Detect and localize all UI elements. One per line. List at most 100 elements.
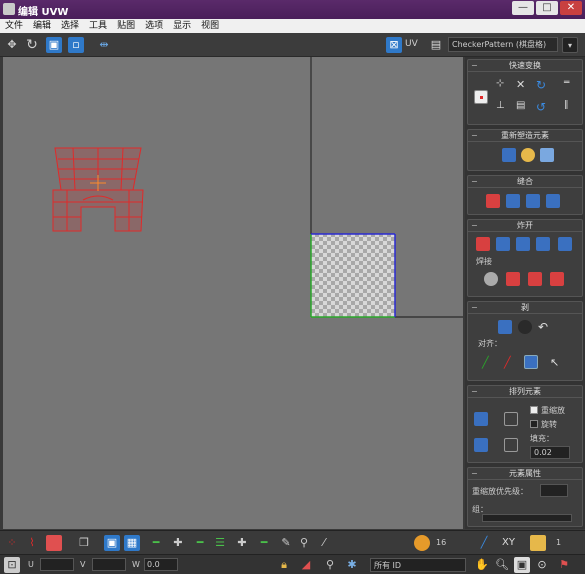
relax-icon[interactable] (521, 148, 535, 162)
w-field[interactable]: 0.0 (144, 558, 178, 571)
menu-edit[interactable]: 编辑 (28, 19, 56, 33)
arrange-header[interactable]: 排列元素 (468, 386, 582, 398)
pack-uv-icon[interactable] (504, 438, 518, 452)
show-map-icon[interactable]: ⊠ (386, 37, 402, 53)
uv-viewport[interactable] (3, 57, 463, 529)
detach-icon[interactable] (496, 237, 510, 251)
paint-select-icon[interactable]: ✎ (278, 535, 294, 551)
rescale-checkbox[interactable] (530, 406, 538, 414)
quick-peel-icon[interactable] (498, 320, 512, 334)
menu-select[interactable]: 选择 (56, 19, 84, 33)
space-h-icon[interactable]: ═ (564, 78, 578, 92)
close-button[interactable]: ✕ (560, 1, 582, 15)
align-pivot-icon[interactable] (474, 90, 488, 104)
uv-canvas[interactable] (3, 57, 463, 529)
pack-together-icon[interactable] (474, 438, 488, 452)
point-to-point-icon[interactable]: ✚ (234, 535, 250, 551)
element-props-header[interactable]: 元素属性 (468, 468, 582, 480)
explode-options-icon[interactable] (558, 237, 572, 251)
snap-icon[interactable]: ✱ (344, 557, 360, 573)
reshape-header[interactable]: 重新塑造元素 (468, 130, 582, 142)
quick-transform-header[interactable]: 快速变换 (468, 60, 582, 72)
filter-icon[interactable]: ⚑ (556, 557, 572, 573)
priority-field[interactable] (540, 484, 568, 497)
align-vertical-icon[interactable]: ⊥ (496, 100, 510, 114)
u-field[interactable] (40, 558, 74, 571)
ring-icon[interactable]: ✚ (170, 535, 186, 551)
pin-green-icon[interactable]: ╱ (482, 356, 496, 370)
pin-move-icon[interactable]: ↖ (550, 356, 564, 370)
lock-selection-icon[interactable]: ⊡ (4, 557, 20, 573)
mirror-icon[interactable]: ⇹ (96, 37, 112, 53)
dropdown-icon[interactable]: ▾ (562, 37, 578, 53)
soft-selection-icon[interactable] (414, 535, 430, 551)
explode-seams-icon[interactable] (536, 237, 550, 251)
pack-custom-icon[interactable] (504, 412, 518, 426)
v-field[interactable] (92, 558, 126, 571)
pin-tool-icon[interactable]: ⚲ (296, 535, 312, 551)
hide-icon[interactable]: ◢ (298, 557, 314, 573)
loop-icon[interactable]: ━ (148, 535, 164, 551)
straighten-selection-icon[interactable] (502, 148, 516, 162)
rotate-icon[interactable]: ↻ (24, 37, 40, 53)
freeform-axis-icon[interactable]: ╱ (476, 535, 492, 551)
weld-target-icon[interactable] (484, 272, 498, 286)
grid-options-icon[interactable]: ▤ (428, 37, 444, 53)
group-field[interactable] (482, 514, 572, 522)
vertex-mode-icon[interactable]: ⁘ (4, 535, 20, 551)
stitch-header[interactable]: 缝合 (468, 176, 582, 188)
stitch-to-target-icon[interactable] (486, 194, 500, 208)
menu-mapping[interactable]: 贴图 (112, 19, 140, 33)
grow-icon[interactable]: ▣ (104, 535, 120, 551)
edge-ring-icon[interactable]: ☰ (212, 535, 228, 551)
collapse-icon[interactable]: − (471, 61, 478, 70)
stitch-average-icon[interactable] (506, 194, 520, 208)
coord-type-icon[interactable] (530, 535, 546, 551)
pin-red-icon[interactable]: ╱ (504, 356, 518, 370)
rotate-checkbox[interactable] (530, 420, 538, 428)
element-mode-icon[interactable]: ❒ (76, 535, 92, 551)
align-cross-icon[interactable]: ✕ (516, 78, 530, 92)
pack-normalize-icon[interactable] (474, 412, 488, 426)
edge-mode-icon[interactable]: ⌇ (24, 535, 40, 551)
zoom-icon[interactable]: 🔍︎ (494, 557, 510, 573)
break-icon[interactable] (476, 237, 490, 251)
texture-select[interactable]: CheckerPattern (棋盘格) (448, 37, 558, 52)
menu-file[interactable]: 文件 (0, 19, 28, 33)
weld-selected-icon[interactable] (506, 272, 520, 286)
padding-field[interactable]: 0.02 (530, 446, 570, 459)
shrink-icon[interactable]: ▦ (124, 535, 140, 551)
pan-icon[interactable]: ✋ (474, 557, 490, 573)
straighten-icon[interactable]: ▤ (516, 100, 530, 114)
scale-icon[interactable]: ▣ (46, 37, 62, 53)
relax-tool-icon[interactable] (540, 148, 554, 162)
soft-select-icon[interactable]: ⁄ (316, 535, 332, 551)
pin-status-icon[interactable]: ⚲ (322, 557, 338, 573)
stitch-source-icon[interactable] (526, 194, 540, 208)
minimize-button[interactable]: — (512, 1, 534, 15)
peel-mode-icon[interactable] (518, 320, 532, 334)
peel-header[interactable]: 剥 (468, 302, 582, 314)
zoom-extents-icon[interactable]: ⊙ (534, 557, 550, 573)
weld-all-icon[interactable] (528, 272, 542, 286)
id-filter-select[interactable]: 所有 ID (370, 558, 466, 572)
freeform-icon[interactable]: ▫ (68, 37, 84, 53)
menu-view[interactable]: 视图 (196, 19, 224, 33)
poly-mode-icon[interactable] (46, 535, 62, 551)
align-horizontal-icon[interactable]: ⊹ (496, 78, 510, 92)
move-icon[interactable]: ✥ (4, 37, 20, 53)
stitch-custom-icon[interactable] (546, 194, 560, 208)
weld-threshold-icon[interactable] (550, 272, 564, 286)
reset-peel-icon[interactable]: ↶ (538, 320, 552, 334)
pin-active-icon[interactable] (524, 355, 538, 369)
menu-options[interactable]: 选项 (140, 19, 168, 33)
rotate-ccw-icon[interactable]: ↺ (536, 100, 550, 114)
menu-display[interactable]: 显示 (168, 19, 196, 33)
space-v-icon[interactable]: ‖ (564, 100, 578, 114)
select-overlap-icon[interactable]: ━ (256, 535, 272, 551)
explode-header[interactable]: 炸开 (468, 220, 582, 232)
explode-faces-icon[interactable] (516, 237, 530, 251)
maximize-button[interactable]: □ (536, 1, 558, 15)
edge-loop-icon[interactable]: ━ (192, 535, 208, 551)
rotate-cw-icon[interactable]: ↻ (536, 78, 550, 92)
